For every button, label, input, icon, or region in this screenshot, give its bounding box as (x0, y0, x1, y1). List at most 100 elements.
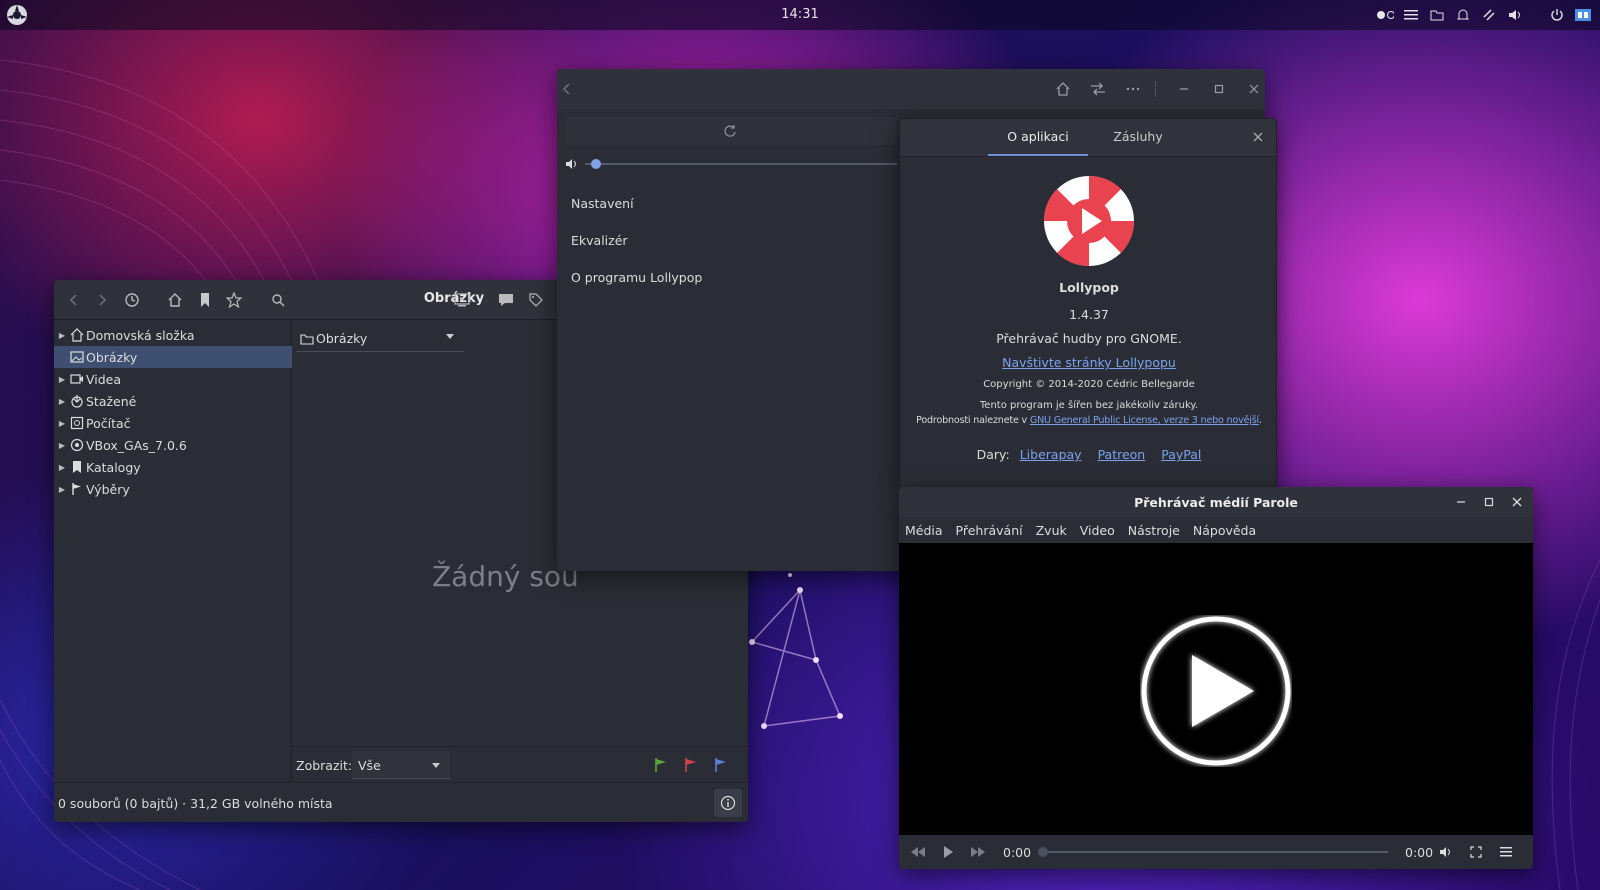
about-tabbar: O aplikaci Zásluhy (900, 119, 1276, 157)
seek-knob[interactable] (1038, 847, 1048, 857)
previous-icon[interactable] (909, 843, 927, 861)
maximize-icon[interactable] (1209, 79, 1229, 99)
back-icon[interactable] (64, 290, 84, 310)
menu-video[interactable]: Video (1080, 523, 1115, 538)
maximize-icon[interactable] (1481, 494, 1497, 510)
comment-icon[interactable] (496, 290, 516, 310)
app-description: Přehrávač hudby pro GNOME. (996, 331, 1182, 346)
green-flag-icon[interactable] (652, 756, 670, 774)
close-icon[interactable] (1509, 494, 1525, 510)
close-icon[interactable] (1250, 129, 1266, 145)
minimize-icon[interactable] (1453, 494, 1469, 510)
tray-spacer (1532, 6, 1540, 24)
search-icon[interactable] (268, 290, 288, 310)
filter-dropdown[interactable]: Vše (352, 751, 450, 779)
next-icon[interactable] (969, 843, 987, 861)
volume-icon[interactable] (1437, 843, 1455, 861)
star-icon[interactable] (224, 290, 244, 310)
seek-bar[interactable] (1042, 851, 1388, 853)
tab-credits[interactable]: Zásluhy (1088, 129, 1188, 144)
red-flag-icon[interactable] (682, 756, 700, 774)
donation-link-paypal[interactable]: PayPal (1161, 447, 1201, 462)
tree-item-vbox-disc[interactable]: ▶ VBox_GAs_7.0.6 (54, 434, 292, 456)
minimize-icon[interactable] (1174, 79, 1194, 99)
volume-knob[interactable] (591, 159, 602, 169)
expand-arrow-icon[interactable]: ▶ (54, 463, 70, 472)
active-tab-indicator (988, 154, 1088, 156)
expand-arrow-icon[interactable]: ▶ (54, 441, 70, 450)
back-icon[interactable] (557, 79, 577, 99)
tag-icon[interactable] (526, 290, 546, 310)
expand-arrow-icon[interactable]: ▶ (54, 331, 70, 340)
menu-icon[interactable] (1402, 6, 1420, 24)
download-icon (70, 394, 84, 408)
more-options-icon[interactable] (1123, 79, 1143, 99)
blue-flag-icon[interactable] (712, 756, 730, 774)
network-icon[interactable] (1480, 6, 1498, 24)
folder-tree: ▶ Domovská složka Obrázky ▶ Videa ▶ Staž… (54, 320, 292, 822)
home-icon[interactable] (1053, 79, 1073, 99)
filter-bar: Zobrazit: Vše (292, 746, 748, 782)
tree-item-selections[interactable]: ▶ Výběry (54, 478, 292, 500)
tree-item-computer[interactable]: ▶ Počítač (54, 412, 292, 434)
lollypop-popover-toolbar (565, 117, 895, 145)
video-icon (70, 372, 84, 386)
menu-tools[interactable]: Nástroje (1128, 523, 1180, 538)
status-bar: 0 souborů (0 bajtů) · 31,2 GB volného mí… (54, 782, 748, 822)
expand-arrow-icon[interactable]: ▶ (54, 375, 70, 384)
menu-help[interactable]: Nápověda (1193, 523, 1256, 538)
keyboard-layout-icon[interactable] (1574, 6, 1592, 24)
info-icon (720, 795, 736, 811)
license-link[interactable]: GNU General Public License, verze 3 nebo… (1030, 415, 1259, 426)
volume-slider[interactable] (565, 157, 897, 171)
volume-icon[interactable] (1506, 6, 1524, 24)
menu-item-settings[interactable]: Nastavení (571, 196, 634, 211)
big-play-icon[interactable] (1140, 615, 1292, 767)
expand-arrow-icon[interactable]: ▶ (54, 485, 70, 494)
app-menu-icon[interactable] (6, 4, 28, 26)
tree-item-label: Stažené (86, 393, 137, 409)
workspace-switcher-icon[interactable] (1376, 6, 1394, 24)
tree-item-label: Katalogy (86, 459, 141, 475)
home-icon[interactable] (165, 290, 185, 310)
total-time: 0:00 (1405, 845, 1434, 860)
tree-item-videos[interactable]: ▶ Videa (54, 368, 292, 390)
donation-link-liberapay[interactable]: Liberapay (1020, 447, 1082, 462)
location-dropdown[interactable]: Obrázky (296, 326, 464, 352)
menu-item-equalizer[interactable]: Ekvalizér (571, 233, 628, 248)
playlist-icon[interactable] (1497, 843, 1515, 861)
website-link[interactable]: Navštivte stránky Lollypopu (1002, 355, 1176, 370)
close-icon[interactable] (1244, 79, 1264, 99)
menu-audio[interactable]: Zvuk (1036, 523, 1067, 538)
play-icon[interactable] (939, 843, 957, 861)
menu-media[interactable]: Média (905, 523, 943, 538)
lollypop-logo (1043, 175, 1135, 267)
info-button[interactable] (714, 789, 742, 817)
files-icon[interactable] (1428, 6, 1446, 24)
tree-item-downloads[interactable]: ▶ Stažené (54, 390, 292, 412)
tree-item-home[interactable]: ▶ Domovská složka (54, 324, 292, 346)
notification-icon[interactable] (1454, 6, 1472, 24)
expand-arrow-icon[interactable]: ▶ (54, 397, 70, 406)
bookmark-icon[interactable] (195, 290, 215, 310)
menu-playback[interactable]: Přehrávání (956, 523, 1023, 538)
video-area[interactable] (899, 543, 1533, 835)
donation-link-patreon[interactable]: Patreon (1098, 447, 1146, 462)
clock[interactable]: 14:31 (760, 7, 840, 22)
forward-icon[interactable] (92, 290, 112, 310)
refresh-icon[interactable] (723, 124, 737, 138)
tab-about[interactable]: O aplikaci (988, 129, 1088, 144)
expand-arrow-icon[interactable]: ▶ (54, 419, 70, 428)
menu-item-about[interactable]: O programu Lollypop (571, 270, 702, 285)
history-icon[interactable] (122, 290, 142, 310)
system-tray (1376, 5, 1592, 25)
power-icon[interactable] (1548, 6, 1566, 24)
fullscreen-icon[interactable] (1467, 843, 1485, 861)
shuffle-icon[interactable] (1088, 79, 1108, 99)
folder-icon (300, 333, 314, 345)
tree-item-images[interactable]: Obrázky (54, 346, 292, 368)
tree-item-catalogs[interactable]: ▶ Katalogy (54, 456, 292, 478)
tree-item-label: Obrázky (86, 349, 138, 365)
copyright: Copyright © 2014-2020 Cédric Bellegarde (983, 379, 1195, 390)
slideshow-icon[interactable] (452, 290, 472, 310)
